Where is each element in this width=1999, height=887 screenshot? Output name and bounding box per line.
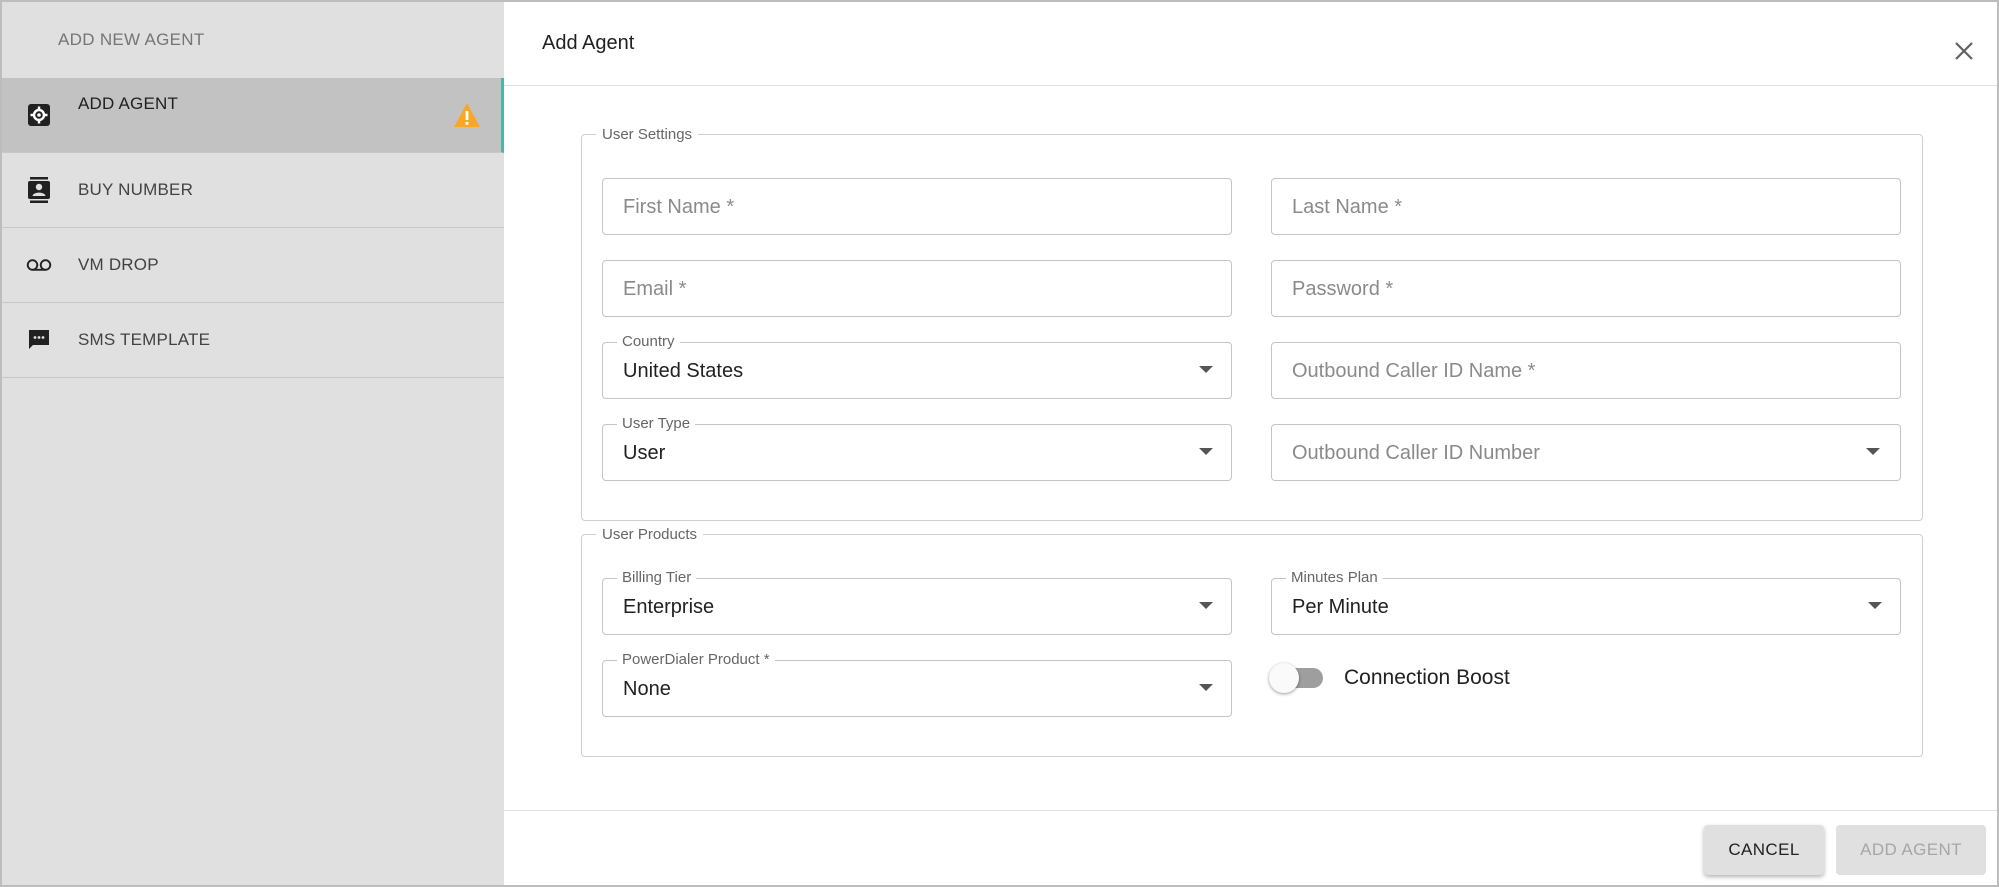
cancel-button[interactable]: CANCEL	[1704, 825, 1824, 875]
country-value: United States	[623, 360, 744, 382]
user-products-group: User Products	[581, 526, 1923, 757]
dialog-footer: CANCEL ADD AGENT	[504, 810, 1997, 885]
warning-icon	[454, 103, 480, 127]
country-select[interactable]: Country United States	[602, 333, 1232, 399]
sidebar-item-buy-number[interactable]: BUY NUMBER	[2, 153, 504, 228]
chat-bubble-icon	[26, 327, 52, 353]
country-label: Country	[617, 333, 680, 350]
first-name-field[interactable]: First Name *	[602, 178, 1232, 235]
caller-id-number-placeholder: Outbound Caller ID Number	[1292, 442, 1540, 464]
minutes-plan-select[interactable]: Minutes Plan Per Minute	[1271, 569, 1901, 635]
powerdialer-product-value: None	[623, 678, 671, 700]
connection-boost-label: Connection Boost	[1344, 666, 1510, 689]
sidebar-item-label: BUY NUMBER	[78, 180, 194, 199]
last-name-field[interactable]: Last Name *	[1271, 178, 1901, 235]
user-type-value: User	[623, 442, 666, 464]
dropdown-arrow-icon	[1868, 602, 1882, 609]
sidebar-item-label: ADD AGENT	[78, 94, 179, 113]
caller-id-number-select[interactable]: Outbound Caller ID Number	[1271, 424, 1901, 481]
email-placeholder: Email *	[623, 278, 687, 300]
dialog-header: Add Agent	[504, 2, 1997, 86]
billing-tier-select[interactable]: Billing Tier Enterprise	[602, 569, 1232, 635]
dropdown-arrow-icon	[1199, 602, 1213, 609]
dropdown-arrow-icon	[1199, 684, 1213, 691]
first-name-placeholder: First Name *	[623, 196, 735, 218]
sidebar-item-add-agent[interactable]: ADD AGENT	[2, 78, 504, 153]
close-icon[interactable]	[1951, 38, 1977, 64]
powerdialer-product-label: PowerDialer Product *	[617, 651, 775, 668]
contact-card-icon	[26, 177, 52, 203]
password-field[interactable]: Password *	[1271, 260, 1901, 317]
sidebar-item-label: VM DROP	[78, 255, 159, 274]
user-settings-legend: User Settings	[602, 126, 693, 143]
settings-box-icon	[26, 102, 52, 128]
add-agent-button[interactable]: ADD AGENT	[1836, 825, 1986, 875]
dropdown-arrow-icon	[1199, 448, 1213, 455]
dropdown-arrow-icon	[1866, 448, 1880, 455]
user-type-select[interactable]: User Type User	[602, 415, 1232, 481]
sidebar-title: ADD NEW AGENT	[58, 30, 205, 49]
add-agent-dialog: Add Agent User Settings First Name * Las…	[504, 2, 1997, 885]
powerdialer-product-select[interactable]: PowerDialer Product * None	[602, 651, 1232, 717]
last-name-placeholder: Last Name *	[1292, 196, 1403, 218]
sidebar-item-vm-drop[interactable]: VM DROP	[2, 228, 504, 303]
caller-id-name-placeholder: Outbound Caller ID Name *	[1292, 360, 1536, 382]
user-type-label: User Type	[617, 415, 696, 432]
password-placeholder: Password *	[1292, 278, 1394, 300]
toggle-knob	[1269, 663, 1299, 693]
caller-id-name-field[interactable]: Outbound Caller ID Name *	[1271, 342, 1901, 399]
voicemail-icon	[26, 252, 52, 278]
app-window: ADD NEW AGENT ADD AGENT BUY NUMBER VM DR…	[0, 0, 1999, 887]
connection-boost-toggle[interactable]	[1269, 662, 1325, 693]
email-field[interactable]: Email *	[602, 260, 1232, 317]
sidebar: ADD NEW AGENT ADD AGENT BUY NUMBER VM DR…	[2, 2, 504, 885]
minutes-plan-label: Minutes Plan	[1286, 569, 1383, 586]
sidebar-item-sms-template[interactable]: SMS TEMPLATE	[2, 303, 504, 378]
billing-tier-label: Billing Tier	[617, 569, 697, 586]
dialog-title: Add Agent	[542, 32, 635, 54]
dropdown-arrow-icon	[1199, 366, 1213, 373]
sidebar-item-label: SMS TEMPLATE	[78, 330, 211, 349]
billing-tier-value: Enterprise	[623, 596, 715, 618]
user-products-legend: User Products	[602, 526, 698, 543]
minutes-plan-value: Per Minute	[1292, 596, 1389, 618]
